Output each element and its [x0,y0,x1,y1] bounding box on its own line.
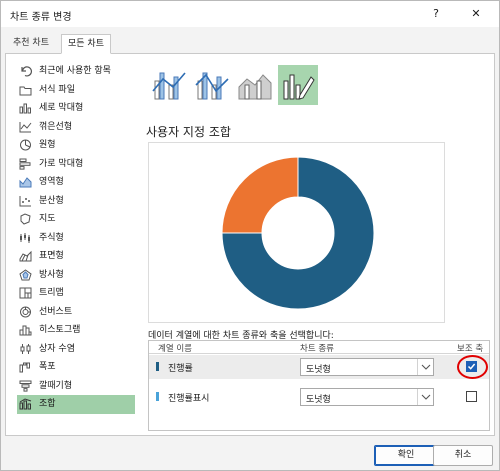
bar-chart-icon [19,158,31,170]
sidebar-item-templates[interactable]: 서식 파일 [17,81,135,100]
sidebar-item-label: 서식 파일 [39,84,75,95]
dialog-title: 차트 종류 변경 [10,12,72,23]
tab-all-charts[interactable]: 모든 차트 [61,34,111,54]
sidebar-item-label: 영역형 [39,177,64,187]
histogram-icon [19,325,32,336]
sidebar-item-sunburst[interactable]: 선버스트 [17,303,135,322]
sidebar-item-label: 세로 막대형 [39,103,84,113]
sidebar-item-label: 히스토그램 [39,325,81,335]
chart-type-list: 최근에 사용한 항목 서식 파일 세로 막대형 꺾은선형 원형 가로 막대형 영… [17,62,135,414]
folder-icon [19,86,32,95]
surface-chart-icon [19,250,32,262]
sidebar-item-label: 꺾은선형 [39,121,73,132]
funnel-icon [19,380,32,392]
ok-button[interactable]: 확인 [374,445,438,466]
sidebar-item-label: 표면형 [39,251,64,261]
column-header-chart-type: 차트 종류 [300,344,334,354]
doughnut-slice-2[interactable] [221,156,299,234]
box-whisker-icon [20,343,31,354]
help-icon[interactable]: ? [427,5,445,23]
column-header-secondary-axis: 보조 축 [457,344,484,354]
sidebar-item-stock[interactable]: 주식형 [17,229,135,248]
sidebar-item-funnel[interactable]: 깔때기형 [17,377,135,396]
sidebar-item-label: 폭포 [39,362,56,372]
combo-heading: 사용자 지정 조합 [146,125,231,139]
sidebar-item-scatter[interactable]: 분산형 [17,192,135,211]
sidebar-item-recent[interactable]: 최근에 사용한 항목 [17,62,135,81]
series-color-swatch [156,392,159,401]
chart-type-value: 도넛형 [306,395,331,405]
stock-chart-icon [20,232,30,243]
column-chart-icon [19,103,31,114]
sidebar-item-pie[interactable]: 원형 [17,136,135,155]
sidebar-item-waterfall[interactable]: 폭포 [17,358,135,377]
sidebar-item-label: 상자 수염 [39,343,75,354]
secondary-axis-checkbox[interactable] [466,391,477,402]
series-row-2[interactable]: 진행률표시 도넛형 [149,385,489,409]
clustered-column-line-icon[interactable] [149,65,189,105]
sidebar-item-label: 주식형 [39,232,64,243]
chart-type-select[interactable]: 도넛형 [300,388,434,406]
sidebar-item-label: 트리맵 [39,288,64,298]
map-chart-icon [20,213,31,225]
sidebar-item-surface[interactable]: 표면형 [17,247,135,266]
undo-icon [21,66,32,77]
sidebar-item-label: 깔때기형 [39,380,73,391]
series-grid: 계열 이름 차트 종류 보조 축 진행률 도넛형 진행률표시 도넛형 [148,340,490,431]
stacked-area-column-icon[interactable] [235,65,275,105]
chevron-down-icon[interactable] [417,389,433,405]
clustered-column-line-secondary-axis-icon[interactable] [192,65,232,105]
sidebar-item-label: 방사형 [39,269,64,280]
column-header-series-name: 계열 이름 [158,344,192,354]
sidebar-item-combo[interactable]: 조합 [17,395,135,414]
sidebar-item-label: 분산형 [39,195,64,206]
line-chart-icon [19,121,32,132]
combo-settings-panel: 사용자 지정 조합 데이터 계열에 대한 차트 종류와 축을 선택합니다: 계열… [139,62,490,432]
sidebar-item-line[interactable]: 꺾은선형 [17,118,135,137]
sidebar-item-label: 지도 [39,214,56,224]
area-chart-icon [19,177,32,188]
chart-preview [148,142,445,323]
sidebar-item-area[interactable]: 영역형 [17,173,135,192]
tab-content-panel: 최근에 사용한 항목 서식 파일 세로 막대형 꺾은선형 원형 가로 막대형 영… [5,54,495,436]
sidebar-item-label: 원형 [39,140,56,150]
series-color-swatch [156,362,159,371]
combo-chart-icon [19,398,32,410]
sidebar-item-bar[interactable]: 가로 막대형 [17,155,135,174]
title-bar: 차트 종류 변경 ? ✕ [1,1,499,27]
sidebar-item-histogram[interactable]: 히스토그램 [17,321,135,340]
series-name: 진행률 [168,364,193,374]
tab-strip: 추천 차트 모든 차트 [5,34,495,54]
doughnut-chart [221,156,375,310]
series-name: 진행률표시 [168,394,210,404]
pie-chart-icon [20,139,31,151]
sidebar-item-map[interactable]: 지도 [17,210,135,229]
sidebar-item-box-whisker[interactable]: 상자 수염 [17,340,135,359]
sidebar-item-label: 선버스트 [39,306,73,317]
radar-chart-icon [19,268,32,280]
sidebar-item-column[interactable]: 세로 막대형 [17,99,135,118]
series-row-1[interactable]: 진행률 도넛형 [149,355,489,379]
sidebar-item-label: 가로 막대형 [39,158,84,169]
grid-header: 계열 이름 차트 종류 보조 축 [149,341,489,354]
chart-type-select[interactable]: 도넛형 [300,358,434,376]
cancel-button[interactable]: 취소 [433,445,493,466]
waterfall-icon [19,362,30,373]
scatter-chart-icon [19,195,31,206]
sidebar-item-radar[interactable]: 방사형 [17,266,135,285]
treemap-icon [19,287,32,299]
sidebar-item-treemap[interactable]: 트리맵 [17,284,135,303]
close-icon[interactable]: ✕ [467,5,485,23]
tab-recommended-charts[interactable]: 추천 차트 [7,34,55,54]
custom-combo-icon[interactable] [278,65,318,105]
chart-type-value: 도넛형 [306,365,331,375]
sidebar-item-label: 조합 [39,399,56,409]
chevron-down-icon[interactable] [417,359,433,375]
change-chart-type-dialog: 차트 종류 변경 ? ✕ 추천 차트 모든 차트 최근에 사용한 항목 서식 파… [0,0,500,471]
highlight-circle [457,355,488,379]
sidebar-item-label: 최근에 사용한 항목 [39,66,111,76]
sunburst-icon [20,306,31,317]
